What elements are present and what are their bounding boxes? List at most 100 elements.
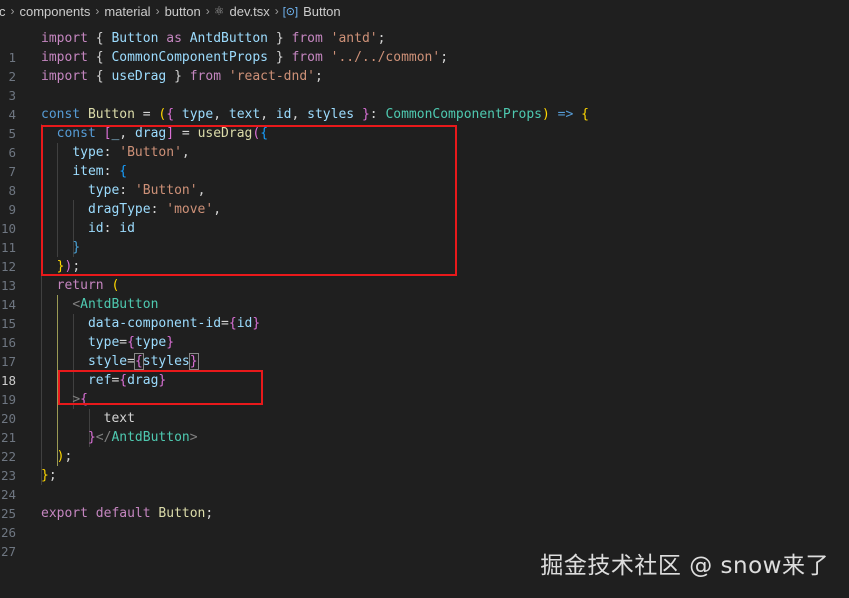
breadcrumb-file[interactable]: dev.tsx (229, 4, 271, 19)
token: = (142, 107, 151, 122)
token: CommonComponentProps (111, 50, 268, 65)
code-text: return ( (41, 276, 120, 295)
token: return (56, 278, 104, 293)
breadcrumb-symbol[interactable]: Button (302, 4, 342, 19)
token: data-component-id (87, 316, 222, 331)
token: styles (307, 107, 355, 122)
breadcrumb-item[interactable]: material (103, 4, 151, 19)
token: 'antd' (330, 31, 378, 46)
code-text: }</AntdButton> (41, 428, 198, 447)
code-text: type={type} (41, 333, 174, 352)
code-line[interactable]: 15 <AntdButton (0, 295, 849, 331)
token: from (189, 69, 222, 84)
chevron-right-icon: › (10, 4, 15, 18)
code-text: }; (41, 466, 57, 485)
code-editor[interactable]: 1 import { Button as AntdButton } from '… (0, 29, 849, 559)
token: { (581, 107, 589, 122)
token: import (41, 50, 88, 65)
code-text: text (41, 409, 135, 428)
code-text: import { useDrag } from 'react-dnd'; (41, 67, 323, 86)
code-line[interactable]: 24 }; (0, 466, 849, 502)
token: } (87, 430, 96, 445)
code-text: data-component-id={id} (41, 314, 260, 333)
line-number: 27 (0, 544, 16, 559)
symbol-method-icon: [⊙] (282, 5, 299, 18)
token: useDrag (111, 69, 167, 84)
token: AntdButton (80, 297, 159, 312)
token: default (95, 506, 151, 521)
code-line[interactable]: 14 return ( (0, 276, 849, 312)
token: ; (205, 506, 214, 521)
token: styles (142, 354, 190, 369)
token: = (221, 316, 229, 331)
breadcrumb-item[interactable]: components (19, 4, 92, 19)
token: 'react-dnd' (228, 69, 315, 84)
token: } (188, 353, 199, 370)
token: { (95, 50, 104, 65)
token: ; (64, 449, 73, 464)
chevron-right-icon: › (274, 4, 279, 18)
watermark: 掘金技术社区 @ snow来了 (540, 553, 829, 579)
chevron-right-icon: › (155, 4, 160, 18)
token: export (41, 506, 88, 521)
token: ( (111, 278, 120, 293)
token: text (103, 411, 135, 426)
react-file-icon: ⚛ (213, 4, 225, 18)
code-line[interactable]: 16 data-component-id={id} (0, 314, 849, 350)
code-line-active[interactable]: 18 style={styles} (0, 352, 849, 388)
code-line[interactable]: 1 import { Button as AntdButton } from '… (0, 29, 849, 65)
token: { (228, 316, 237, 331)
highlight-box-usedrag (41, 125, 457, 276)
token: '../../common' (330, 50, 441, 65)
token: Button (111, 31, 159, 46)
token: id (236, 316, 253, 331)
code-line[interactable]: 26 export default Button; (0, 504, 849, 540)
token: style (87, 354, 128, 369)
code-line[interactable]: 5 const Button = ({ type, text, id, styl… (0, 105, 849, 141)
code-line[interactable]: 25 (0, 485, 849, 521)
code-text: export default Button; (41, 504, 213, 523)
token: type (134, 335, 167, 350)
token: AntdButton (189, 31, 269, 46)
chevron-right-icon: › (95, 4, 100, 18)
token: : (369, 107, 378, 122)
code-line[interactable]: 22 }</AntdButton> (0, 428, 849, 464)
code-line[interactable]: 3 import { useDrag } from 'react-dnd'; (0, 67, 849, 103)
token: </ (95, 430, 112, 445)
token: } (361, 107, 370, 122)
breadcrumb-item[interactable]: button (164, 4, 202, 19)
breadcrumb: c › components › material › button › ⚛ d… (0, 0, 849, 22)
token: { (95, 69, 104, 84)
code-text: ); (41, 447, 73, 466)
token: text (228, 107, 261, 122)
token: } (275, 31, 284, 46)
token: AntdButton (111, 430, 190, 445)
code-line[interactable]: 27 (0, 523, 849, 559)
token: as (166, 31, 182, 46)
token: = (127, 354, 135, 369)
highlight-box-ref (58, 370, 263, 405)
token: ; (48, 468, 57, 483)
token: } (275, 50, 284, 65)
code-text: <AntdButton (41, 295, 158, 314)
token: } (166, 335, 175, 350)
token: = (119, 335, 128, 350)
token: => (557, 107, 574, 122)
token: Button (158, 506, 206, 521)
token: { (133, 353, 144, 370)
token: import (41, 69, 88, 84)
token: const (41, 107, 81, 122)
code-line[interactable]: 4 (0, 86, 849, 122)
token: ; (440, 50, 449, 65)
token: } (41, 468, 49, 483)
token: Button (87, 107, 135, 122)
token: ) (541, 107, 550, 122)
code-text: style={styles} (41, 352, 199, 371)
code-line[interactable]: 23 ); (0, 447, 849, 483)
code-line[interactable]: 2 import { CommonComponentProps } from '… (0, 48, 849, 84)
token: type (87, 335, 120, 350)
code-line[interactable]: 21 text (0, 409, 849, 445)
token: } (252, 316, 261, 331)
token: { (95, 31, 104, 46)
code-line[interactable]: 17 type={type} (0, 333, 849, 369)
